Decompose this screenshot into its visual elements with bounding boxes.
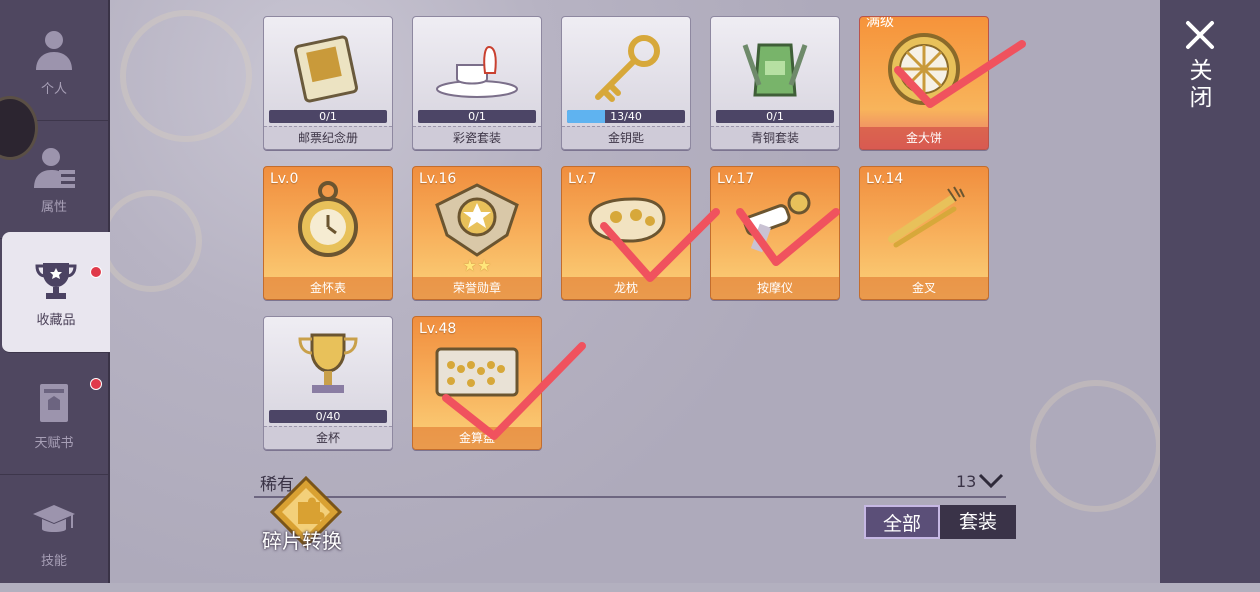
progress-bar: 0/1 <box>269 110 387 123</box>
divider <box>254 496 1006 498</box>
item-name: 青铜套装 <box>711 126 839 149</box>
item-name: 荣誉勋章 <box>413 277 541 299</box>
item-name: 彩瓷套装 <box>413 126 541 149</box>
golden-cake-icon <box>888 33 960 105</box>
collection-card[interactable]: Lv.7 龙枕 <box>561 166 691 300</box>
sidebar-item-collection[interactable]: 收藏品 <box>2 232 110 353</box>
collection-card[interactable]: 满级 金大饼 <box>859 16 989 150</box>
progress-bar: 0/1 <box>716 110 834 123</box>
notification-dot <box>90 266 102 278</box>
progress-bar: 0/40 <box>269 410 387 423</box>
item-name: 金杯 <box>264 426 392 449</box>
collection-card[interactable]: Lv.48 金算盘 <box>412 316 542 450</box>
sidebar-item-label: 属性 <box>40 199 67 215</box>
collection-card[interactable]: Lv.14 金叉 <box>859 166 989 300</box>
item-name: 按摩仪 <box>711 277 839 299</box>
graduation-cap-icon <box>33 504 75 532</box>
person-icon <box>36 30 72 70</box>
stamp-album-icon <box>293 35 359 103</box>
golden-fork-icon <box>888 186 965 248</box>
sidebar-item-talent-book[interactable]: 天赋书 <box>0 356 108 475</box>
dragon-pillow-icon <box>588 197 666 243</box>
progress-bar: 0/1 <box>418 110 536 123</box>
notification-dot <box>90 378 102 390</box>
rarity-count: 13 <box>956 472 977 491</box>
item-name: 邮票纪念册 <box>264 126 392 149</box>
chevron-down-icon[interactable] <box>978 473 1004 489</box>
collection-card[interactable]: Lv.16 ★★ 荣誉勋章 <box>412 166 542 300</box>
progress-bar: 13/40 <box>567 110 685 123</box>
golden-abacus-icon <box>435 347 519 397</box>
item-name: 金算盘 <box>413 427 541 449</box>
collection-card[interactable]: Lv.0 金怀表 <box>263 166 393 300</box>
collection-card[interactable]: 13/40 金钥匙 <box>561 16 691 150</box>
pocket-watch-icon <box>298 181 358 257</box>
collection-card[interactable]: 0/1 彩瓷套装 <box>412 16 542 150</box>
golden-key-icon <box>595 35 660 102</box>
item-name: 金大饼 <box>860 127 988 149</box>
item-name: 金叉 <box>860 277 988 299</box>
bronze-set-icon <box>742 43 808 97</box>
item-name: 金钥匙 <box>562 126 690 149</box>
sidebar-item-label: 天赋书 <box>34 435 74 451</box>
sidebar-item-label: 技能 <box>40 553 67 569</box>
sidebar: 个人 属性 收藏品 天赋书 技能 <box>0 0 110 583</box>
golden-cup-icon <box>298 333 358 393</box>
close-label[interactable]: 关闭 <box>1186 58 1216 112</box>
item-name: 金怀表 <box>264 277 392 299</box>
collection-card[interactable]: Lv.17 按摩仪 <box>710 166 840 300</box>
fragment-convert-button[interactable]: 碎片转换 <box>262 525 342 554</box>
sidebar-item-label: 收藏品 <box>36 312 76 328</box>
sidebar-item-skills[interactable]: 技能 <box>0 474 108 592</box>
book-icon <box>40 383 68 422</box>
trophy-icon <box>35 262 77 299</box>
star-rating: ★★ <box>462 256 492 275</box>
close-icon[interactable] <box>1185 20 1215 50</box>
sidebar-item-label: 个人 <box>40 81 67 97</box>
porcelain-set-icon <box>436 45 518 98</box>
honor-medal-icon <box>435 183 519 257</box>
collection-card[interactable]: 0/40 金杯 <box>263 316 393 450</box>
massager-icon <box>743 191 811 253</box>
item-name: 龙枕 <box>562 277 690 299</box>
collection-card[interactable]: 0/1 邮票纪念册 <box>263 16 393 150</box>
tab-all[interactable]: 全部 <box>864 505 940 539</box>
person-stats-icon <box>34 147 75 188</box>
collection-card[interactable]: 0/1 青铜套装 <box>710 16 840 150</box>
tab-set[interactable]: 套装 <box>940 505 1016 539</box>
